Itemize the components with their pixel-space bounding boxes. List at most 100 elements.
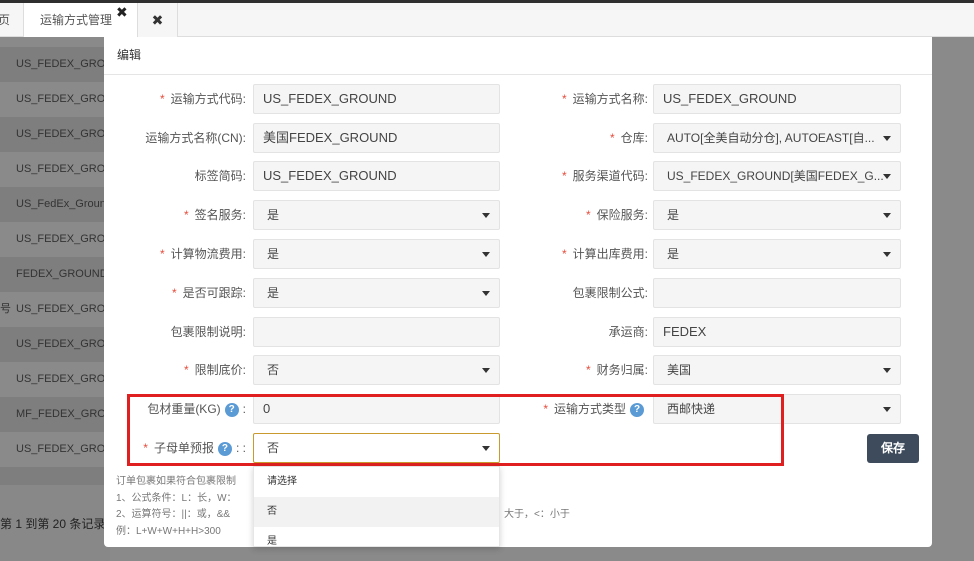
trackable-label-text: 是否可跟踪: [182,286,246,300]
table-row[interactable]: US_FedEx_Ground [0,187,110,222]
chevron-down-icon [883,368,891,373]
finance-label-text: 财务归属: [596,363,648,377]
tag-short-input[interactable]: US_FEDEX_GROUND [253,161,500,191]
table-row[interactable]: US_FEDEX_GROUND [0,222,110,257]
form-row: * 计算物流费用: 是 * 计算出库费用: 是 [104,239,932,269]
required-mark: * [561,92,567,106]
required-mark: * [585,363,591,377]
table-row[interactable]: US_FEDEX_GROUND [0,327,110,362]
table-row [0,37,110,47]
min-price-select-value: 否 [267,363,280,377]
package-desc-label: 包裹限制说明: [170,325,246,339]
calc-outbound-fee-label: * 计算出库费用: [562,239,648,269]
chevron-down-icon [482,291,490,296]
dropdown-option[interactable]: 否 [254,497,499,527]
finance-select[interactable]: 美国 [653,355,901,385]
package-desc-input[interactable] [253,317,500,347]
required-mark: * [183,208,189,222]
ship-name-label-text: 运输方式名称: [572,92,648,106]
ship-name-cn-label: 运输方式名称(CN): [145,131,246,145]
close-all-tabs-icon[interactable]: ✖ [138,3,178,37]
chevron-down-icon [883,136,891,141]
form-row: 运输方式名称(CN): 美国FEDEX_GROUND * 仓库: AUTO[全美自… [104,123,932,153]
signature-label: * 签名服务: [184,200,246,230]
modal-title: 编辑 [117,48,142,62]
table-row[interactable]: US_FEDEX_GROUND [0,152,110,187]
ship-name-input[interactable]: US_FEDEX_GROUND [653,84,901,114]
table-row[interactable]: US_FEDEX_GROUND [0,432,110,467]
carrier-input[interactable]: FEDEX [653,317,901,347]
table-footer: 第 1 到第 20 条记录 [0,485,110,561]
trackable-select[interactable]: 是 [253,278,500,308]
signature-select[interactable]: 是 [253,200,500,230]
chevron-down-icon [482,213,490,218]
pagination-info: 第 1 到第 20 条记录 [0,517,106,531]
note-line: 例：L+W+W+H+H>300 [116,525,221,537]
required-mark: * [159,247,165,261]
note-line: 1、公式条件：L：长，W： [116,492,237,504]
table-cell-code: US_FEDEX_GROUND [16,233,110,245]
finance-select-value: 美国 [667,363,692,377]
calc-outbound-fee-select-value: 是 [667,247,680,261]
table-row[interactable]: US_FEDEX_GROUND [0,47,110,82]
dropdown-option[interactable]: 是 [254,527,499,546]
form-row: 包裹限制说明: 承运商: FEDEX [104,317,932,347]
table-row[interactable]: MF_FEDEX_GROUND [0,397,110,432]
trackable-label: * 是否可跟踪: [172,278,246,308]
min-price-label-text: 限制底价: [194,363,246,377]
save-button[interactable]: 保存 [867,434,919,463]
table-row[interactable]: US_FEDEX_GROUND [0,117,110,152]
table-cell-code: US_FEDEX_GROUND [16,163,110,175]
mother-child-dropdown: 请选择 否 是 [253,466,500,547]
table-cell-code: US_FEDEX_GROUND [16,373,110,385]
table-row [0,467,110,485]
ship-code-label: * 运输方式代码: [160,84,246,114]
note-line-tail: 大于，<：小于 [504,509,570,520]
table-cell-prefix: 号 [0,303,11,315]
edit-modal: 编辑 * 运输方式代码: US_FEDEX_GROUND * 运输方式名称: US_… [104,37,932,547]
dropdown-option[interactable]: 请选择 [254,467,499,497]
warehouse-select-value: AUTO[全美自动分仓], AUTOEAST[自... [667,131,875,145]
table-cell-code: US_FEDEX_GROUND [16,303,110,315]
form-row: * 签名服务: 是 * 保险服务: 是 [104,200,932,230]
ship-code-label-text: 运输方式代码: [170,92,246,106]
note-line: 2、运算符号：||：或，&& [116,509,231,520]
ship-name-cn-input[interactable]: 美国FEDEX_GROUND [253,123,500,153]
required-mark: * [171,286,177,300]
service-channel-select[interactable]: US_FEDEX_GROUND[美国FEDEX_G... [653,161,901,191]
table-cell-code: FEDEX_GROUND_ [16,268,110,280]
table-cell-code: US_FEDEX_GROUND [16,128,110,140]
highlight-box [127,394,784,466]
tab-partial[interactable]: 页 [0,3,24,37]
required-mark: * [561,247,567,261]
required-mark: * [183,363,189,377]
form-row: 标签简码: US_FEDEX_GROUND * 服务渠道代码: US_FEDEX_… [104,161,932,191]
table-row[interactable]: US_FEDEX_GROUND [0,362,110,397]
ship-code-input[interactable]: US_FEDEX_GROUND [253,84,500,114]
warehouse-select[interactable]: AUTO[全美自动分仓], AUTOEAST[自... [653,123,901,153]
calc-outbound-fee-select[interactable]: 是 [653,239,901,269]
table-cell-code: US_FEDEX_GROUND [16,93,110,105]
form-row: * 限制底价: 否 * 财务归属: 美国 [104,355,932,385]
service-channel-select-value: US_FEDEX_GROUND[美国FEDEX_G... [667,169,884,183]
calc-logistics-fee-label-text: 计算物流费用: [170,247,246,261]
table-cell-code: US_FEDEX_GROUND [16,58,110,70]
chevron-down-icon [883,213,891,218]
calc-logistics-fee-select[interactable]: 是 [253,239,500,269]
package-formula-input[interactable] [653,278,901,308]
insurance-select[interactable]: 是 [653,200,901,230]
warehouse-label-text: 仓库: [620,131,648,145]
table-row[interactable]: US_FEDEX_GROUND [0,82,110,117]
signature-label-text: 签名服务: [194,208,246,222]
tab-shipping-management[interactable]: 运输方式管理 ✖ [24,3,138,37]
tab-close-icon[interactable]: ✖ [116,5,128,19]
required-mark: * [561,169,567,183]
table-row[interactable]: 号 US_FEDEX_GROUND [0,292,110,327]
min-price-select[interactable]: 否 [253,355,500,385]
tag-short-label: 标签简码: [194,169,246,183]
table-row[interactable]: FEDEX_GROUND_ [0,257,110,292]
ship-name-label: * 运输方式名称: [562,84,648,114]
package-formula-label: 包裹限制公式: [572,286,648,300]
table-cell-code: US_FEDEX_GROUND [16,338,110,350]
min-price-label: * 限制底价: [184,355,246,385]
